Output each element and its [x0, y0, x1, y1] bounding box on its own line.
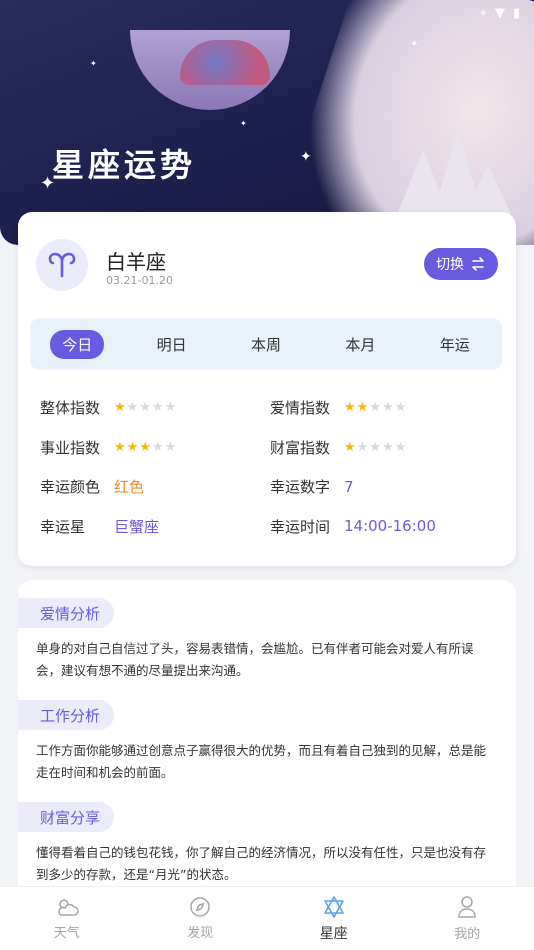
- star-rating: ★ ★ ★ ★ ★: [114, 441, 176, 454]
- star-empty-icon: ★: [381, 439, 394, 455]
- lucky-color: 幸运颜色 红色: [40, 476, 270, 497]
- love-analysis-title: 爱情分析: [18, 598, 115, 628]
- star-rating: ★ ★ ★ ★ ★: [114, 401, 176, 414]
- star-empty-icon: ★: [394, 400, 407, 416]
- lucky-color-value: 红色: [114, 478, 145, 497]
- fortune-indices: 整体指数 ★ ★ ★ ★ ★ 爱情指数 ★ ★ ★ ★ ★ 事业指数 ★ ★ ★ ★ ★ 财富指数 ★ ★…: [40, 388, 500, 546]
- sign-date-range: 03.21-01.20: [106, 274, 173, 287]
- star-of-david-icon: [323, 895, 344, 918]
- sparkle-icon: ✦: [240, 119, 247, 128]
- nav-label: 发现: [187, 926, 214, 941]
- star-filled-icon: ★: [344, 400, 356, 416]
- lucky-number-label: 幸运数字: [270, 478, 331, 497]
- star-empty-icon: ★: [394, 439, 407, 455]
- star-empty-icon: ★: [369, 400, 381, 416]
- star-rating: ★ ★ ★ ★ ★: [344, 441, 406, 454]
- star-filled-icon: ★: [114, 439, 126, 455]
- work-analysis-text: 工作方面你能够通过创意点子赢得很大的优势，而且有着自己独到的见解，总是能走在时间…: [36, 743, 487, 780]
- star-empty-icon: ★: [126, 400, 139, 416]
- lucky-star: 幸运星 巨蟹座: [40, 516, 270, 537]
- overall-index: 整体指数 ★ ★ ★ ★ ★: [40, 397, 270, 418]
- nav-label: 天气: [53, 926, 80, 941]
- bottom-nav: 天气 发现 星座 我的: [0, 886, 534, 950]
- star-empty-icon: ★: [381, 400, 394, 416]
- nav-label: 我的: [454, 927, 481, 942]
- wifi-icon: ▼: [494, 6, 505, 21]
- love-analysis-text: 单身的对自己自信过了头，容易表错情，会尴尬。已有伴者可能会对爱人有所误会，建议有…: [36, 641, 474, 678]
- switch-sign-button[interactable]: 切换: [424, 248, 498, 280]
- header-illustration: ✦ ✦ ✦ ✦ ✦ ⌖ ▼ ▮ 星座运势: [0, 0, 534, 245]
- tab-tomorrow[interactable]: 明日: [145, 330, 199, 359]
- sparkle-icon: ✦: [90, 59, 97, 68]
- star-filled-icon: ★: [344, 439, 356, 455]
- index-label: 整体指数: [40, 399, 101, 418]
- wealth-analysis-text: 懂得看着自己的钱包花钱，你了解自己的经济情况，所以没有任性，只是也没有存到多少的…: [36, 845, 487, 882]
- star-filled-icon: ★: [356, 400, 369, 416]
- nav-profile[interactable]: 我的: [427, 895, 507, 942]
- nav-label: 星座: [319, 925, 348, 942]
- tab-month[interactable]: 本月: [333, 330, 387, 359]
- star-empty-icon: ★: [151, 439, 164, 455]
- index-label: 事业指数: [40, 438, 101, 457]
- page-title: 星座运势: [52, 146, 197, 184]
- battery-icon: ▮: [512, 6, 520, 21]
- star-filled-icon: ★: [126, 439, 139, 455]
- star-empty-icon: ★: [164, 439, 177, 455]
- wealth-index: 财富指数 ★ ★ ★ ★ ★: [270, 437, 500, 458]
- tab-year[interactable]: 年运: [428, 330, 482, 359]
- wealth-analysis-title: 财富分享: [18, 802, 115, 832]
- location-icon: ⌖: [479, 6, 487, 21]
- analysis-card: 爱情分析 单身的对自己自信过了头，容易表错情，会尴尬。已有伴者可能会对爱人有所误…: [18, 580, 516, 890]
- sparkle-icon: ✦: [410, 39, 419, 50]
- lucky-star-value: 巨蟹座: [114, 517, 160, 536]
- index-label: 财富指数: [270, 438, 331, 457]
- nav-discover[interactable]: 发现: [160, 896, 240, 941]
- star-filled-icon: ★: [114, 400, 126, 416]
- status-bar: ⌖ ▼ ▮: [480, 6, 520, 21]
- index-label: 爱情指数: [270, 399, 331, 418]
- star-empty-icon: ★: [151, 400, 164, 416]
- lucky-color-label: 幸运颜色: [40, 478, 101, 497]
- sparkle-icon: ✦: [300, 149, 312, 165]
- switch-label: 切换: [436, 257, 464, 273]
- horoscope-card: 白羊座 03.21-01.20 切换 今日 明日 本周 本月 年运 整体指数 ★…: [18, 212, 516, 566]
- career-index: 事业指数 ★ ★ ★ ★ ★: [40, 437, 270, 458]
- swap-icon: [472, 257, 484, 271]
- lucky-star-label: 幸运星: [40, 517, 86, 536]
- star-empty-icon: ★: [139, 400, 151, 416]
- star-empty-icon: ★: [164, 400, 177, 416]
- aries-icon: [36, 239, 88, 291]
- period-tabs: 今日 明日 本周 本月 年运: [30, 318, 502, 370]
- lucky-number-value: 7: [344, 477, 354, 496]
- person-icon: [458, 896, 476, 918]
- star-empty-icon: ★: [369, 439, 381, 455]
- lucky-time: 幸运时间 14:00-16:00: [270, 516, 500, 537]
- lucky-time-value: 14:00-16:00: [344, 517, 436, 536]
- work-analysis-title: 工作分析: [18, 700, 115, 730]
- star-empty-icon: ★: [356, 439, 369, 455]
- tab-today[interactable]: 今日: [50, 329, 105, 359]
- cloud-sun-icon: [58, 899, 79, 916]
- lucky-time-label: 幸运时间: [270, 517, 331, 536]
- star-rating: ★ ★ ★ ★ ★: [344, 401, 406, 414]
- nav-horoscope[interactable]: 星座: [294, 895, 374, 943]
- lucky-number: 幸运数字 7: [270, 476, 500, 497]
- love-index: 爱情指数 ★ ★ ★ ★ ★: [270, 397, 500, 418]
- sign-name: 白羊座: [106, 250, 166, 274]
- tab-week[interactable]: 本周: [239, 330, 293, 359]
- compass-icon: [190, 897, 210, 917]
- star-filled-icon: ★: [139, 439, 151, 455]
- nav-weather[interactable]: 天气: [27, 896, 107, 941]
